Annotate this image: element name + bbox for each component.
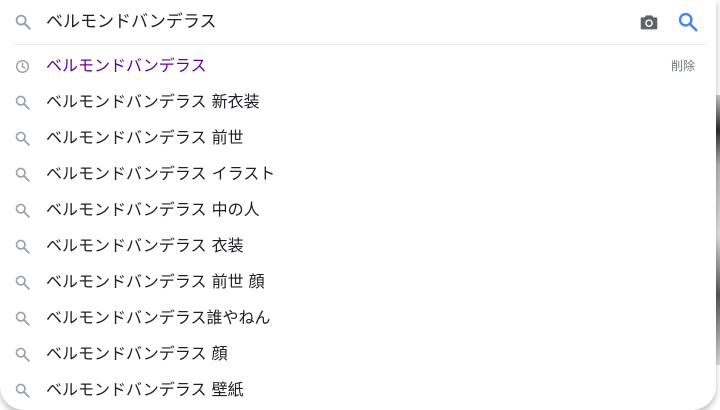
delete-history-button[interactable]: 削除 bbox=[671, 58, 695, 74]
search-icon bbox=[14, 238, 31, 255]
search-bar[interactable]: ベルモンドバンデラス bbox=[0, 0, 716, 44]
suggestion-item[interactable]: ベルモンドバンデラス 衣装 bbox=[0, 228, 716, 264]
suggestion-list: ベルモンドバンデラス 削除 ベルモンドバンデラス 新衣装 ベルモンドバンデラス 前世ベ… bbox=[0, 48, 716, 408]
suggestion-label: ベルモンドバンデラス 衣装 bbox=[46, 236, 244, 255]
suggestion-item[interactable]: ベルモンドバンデラス 前世 bbox=[0, 120, 716, 156]
search-icon bbox=[14, 202, 31, 219]
suggestion-item[interactable]: ベルモンドバンデラス 新衣装 bbox=[0, 84, 716, 120]
search-icon bbox=[15, 14, 31, 30]
search-icon bbox=[14, 166, 31, 183]
page: ベルモンドバンデラス ベルモンドバンデラス 削除 ベルモンドバンデラス 新衣装 ベルモ… bbox=[0, 0, 720, 410]
search-autocomplete-dropdown: ベルモンドバンデラス ベルモンドバンデラス 削除 ベルモンドバンデラス 新衣装 ベルモ… bbox=[0, 0, 716, 410]
search-input[interactable]: ベルモンドバンデラス bbox=[46, 10, 217, 34]
history-suggestion[interactable]: ベルモンドバンデラス 削除 bbox=[0, 48, 716, 84]
suggestion-item[interactable]: ベルモンドバンデラス誰やねん bbox=[0, 300, 716, 336]
camera-icon[interactable] bbox=[638, 11, 660, 33]
search-icon bbox=[14, 346, 31, 363]
suggestion-item[interactable]: ベルモンドバンデラス 顔 bbox=[0, 336, 716, 372]
background-page-strip bbox=[716, 95, 720, 365]
suggestion-label: ベルモンドバンデラス bbox=[46, 56, 207, 75]
suggestion-label: ベルモンドバンデラス イラスト bbox=[46, 164, 276, 183]
clock-icon bbox=[14, 58, 31, 75]
background-page-edge bbox=[716, 0, 720, 95]
suggestion-label: ベルモンドバンデラス 顔 bbox=[46, 344, 228, 363]
suggestion-item[interactable]: ベルモンドバンデラス 前世 顔 bbox=[0, 264, 716, 300]
search-icon bbox=[14, 310, 31, 327]
suggestion-item[interactable]: ベルモンドバンデラス 壁紙 bbox=[0, 372, 716, 408]
suggestion-item[interactable]: ベルモンドバンデラス イラスト bbox=[0, 156, 716, 192]
suggestion-item[interactable]: ベルモンドバンデラス 中の人 bbox=[0, 192, 716, 228]
suggestion-label: ベルモンドバンデラス 壁紙 bbox=[46, 380, 244, 399]
suggestion-label: ベルモンドバンデラス 新衣装 bbox=[46, 92, 260, 111]
search-divider bbox=[14, 44, 706, 45]
suggestion-label: ベルモンドバンデラス 前世 顔 bbox=[46, 272, 265, 291]
suggestion-label: ベルモンドバンデラス 前世 bbox=[46, 128, 244, 147]
search-icon bbox=[14, 382, 31, 399]
search-icon bbox=[14, 94, 31, 111]
search-icon bbox=[14, 130, 31, 147]
suggestion-label: ベルモンドバンデラス誰やねん bbox=[46, 308, 271, 327]
submit-search-icon[interactable] bbox=[677, 11, 699, 33]
suggestion-label: ベルモンドバンデラス 中の人 bbox=[46, 200, 260, 219]
search-icon bbox=[14, 274, 31, 291]
